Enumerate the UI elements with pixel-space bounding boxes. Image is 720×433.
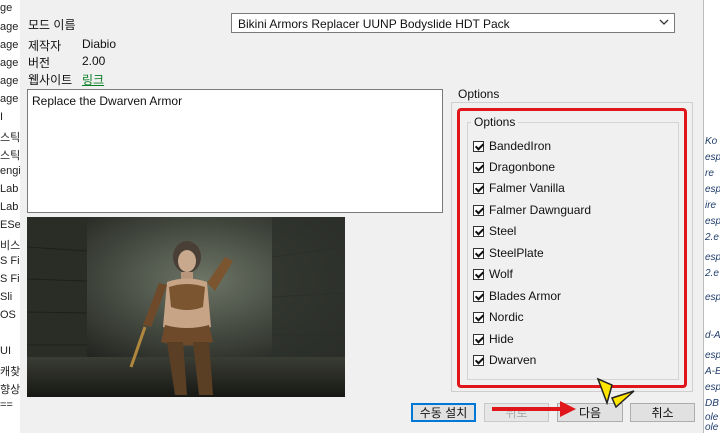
website-link[interactable]: 링크	[82, 71, 104, 88]
bg-text: engi	[0, 165, 20, 177]
bg-text: ole	[705, 422, 719, 433]
bg-text: Lab	[0, 201, 19, 213]
bg-text: 향상	[0, 384, 20, 396]
preview-image	[27, 217, 345, 397]
bg-text: 비스	[0, 240, 20, 252]
mod-name-label: 모드 이름	[28, 18, 76, 32]
bg-text: A-E	[705, 366, 720, 377]
options-group-label: Options	[456, 87, 502, 101]
red-arrow-annotation	[492, 401, 576, 417]
version-value: 2.00	[82, 54, 106, 68]
bg-text: esp	[705, 252, 720, 263]
bg-text: S Fi	[0, 273, 20, 285]
manual-install-button[interactable]: 수동 설치	[411, 403, 476, 422]
bg-text: ESe	[0, 219, 20, 231]
bg-text: ge	[0, 2, 13, 14]
bg-text: UI	[0, 345, 11, 357]
yellow-pointer-annotation	[610, 390, 635, 409]
bg-text: esp	[705, 152, 720, 163]
bg-text: 스틱	[0, 150, 20, 162]
bg-text: age	[0, 39, 19, 51]
description-text: Replace the Dwarven Armor	[32, 94, 183, 108]
version-label: 버전	[28, 56, 51, 70]
background-window-right: Ko esp re esp ire esp 2.e esp 2.e esp d-…	[703, 0, 720, 433]
bg-text: 2.e	[705, 232, 719, 243]
bg-text: esp	[705, 350, 720, 361]
bg-text: esp	[705, 216, 720, 227]
bg-text: I	[0, 111, 4, 123]
bg-text: esp	[705, 184, 720, 195]
bg-text: OS	[0, 309, 16, 321]
bg-text: ==	[0, 399, 13, 411]
bg-text: DB	[705, 398, 719, 409]
bg-text: Ko	[705, 136, 718, 147]
bg-text: ire	[705, 200, 717, 211]
bg-text: 스틱	[0, 132, 20, 144]
bg-text: age	[0, 75, 19, 87]
author-label: 제작자	[28, 39, 62, 53]
chevron-down-icon[interactable]	[659, 17, 669, 30]
bg-text: re	[705, 168, 714, 179]
bg-text: age	[0, 21, 19, 33]
background-window-left: ge age age age age age I 스틱 스틱 engi Lab …	[0, 0, 21, 433]
installer-select[interactable]: Bikini Armors Replacer UUNP Bodyslide HD…	[231, 13, 675, 33]
highlight-frame	[457, 108, 687, 388]
preview-picture	[27, 217, 345, 397]
bg-text: age	[0, 57, 19, 69]
author-value: Diabio	[82, 37, 117, 51]
description-box[interactable]: Replace the Dwarven Armor	[27, 89, 443, 213]
bg-text: esp	[705, 292, 720, 303]
bg-text: age	[0, 93, 19, 105]
website-label: 웹사이트	[28, 73, 73, 87]
bg-text: 2.e	[705, 268, 719, 279]
bg-text: Sli	[0, 291, 13, 303]
installer-select-value: Bikini Armors Replacer UUNP Bodyslide HD…	[238, 17, 510, 31]
bg-text: esp	[705, 382, 720, 393]
bg-text: 캐찾	[0, 366, 20, 378]
cancel-button[interactable]: 취소	[630, 403, 695, 422]
bg-text: d-A	[705, 330, 720, 341]
bg-text: S Fi	[0, 255, 20, 267]
bg-text: Lab	[0, 183, 19, 195]
